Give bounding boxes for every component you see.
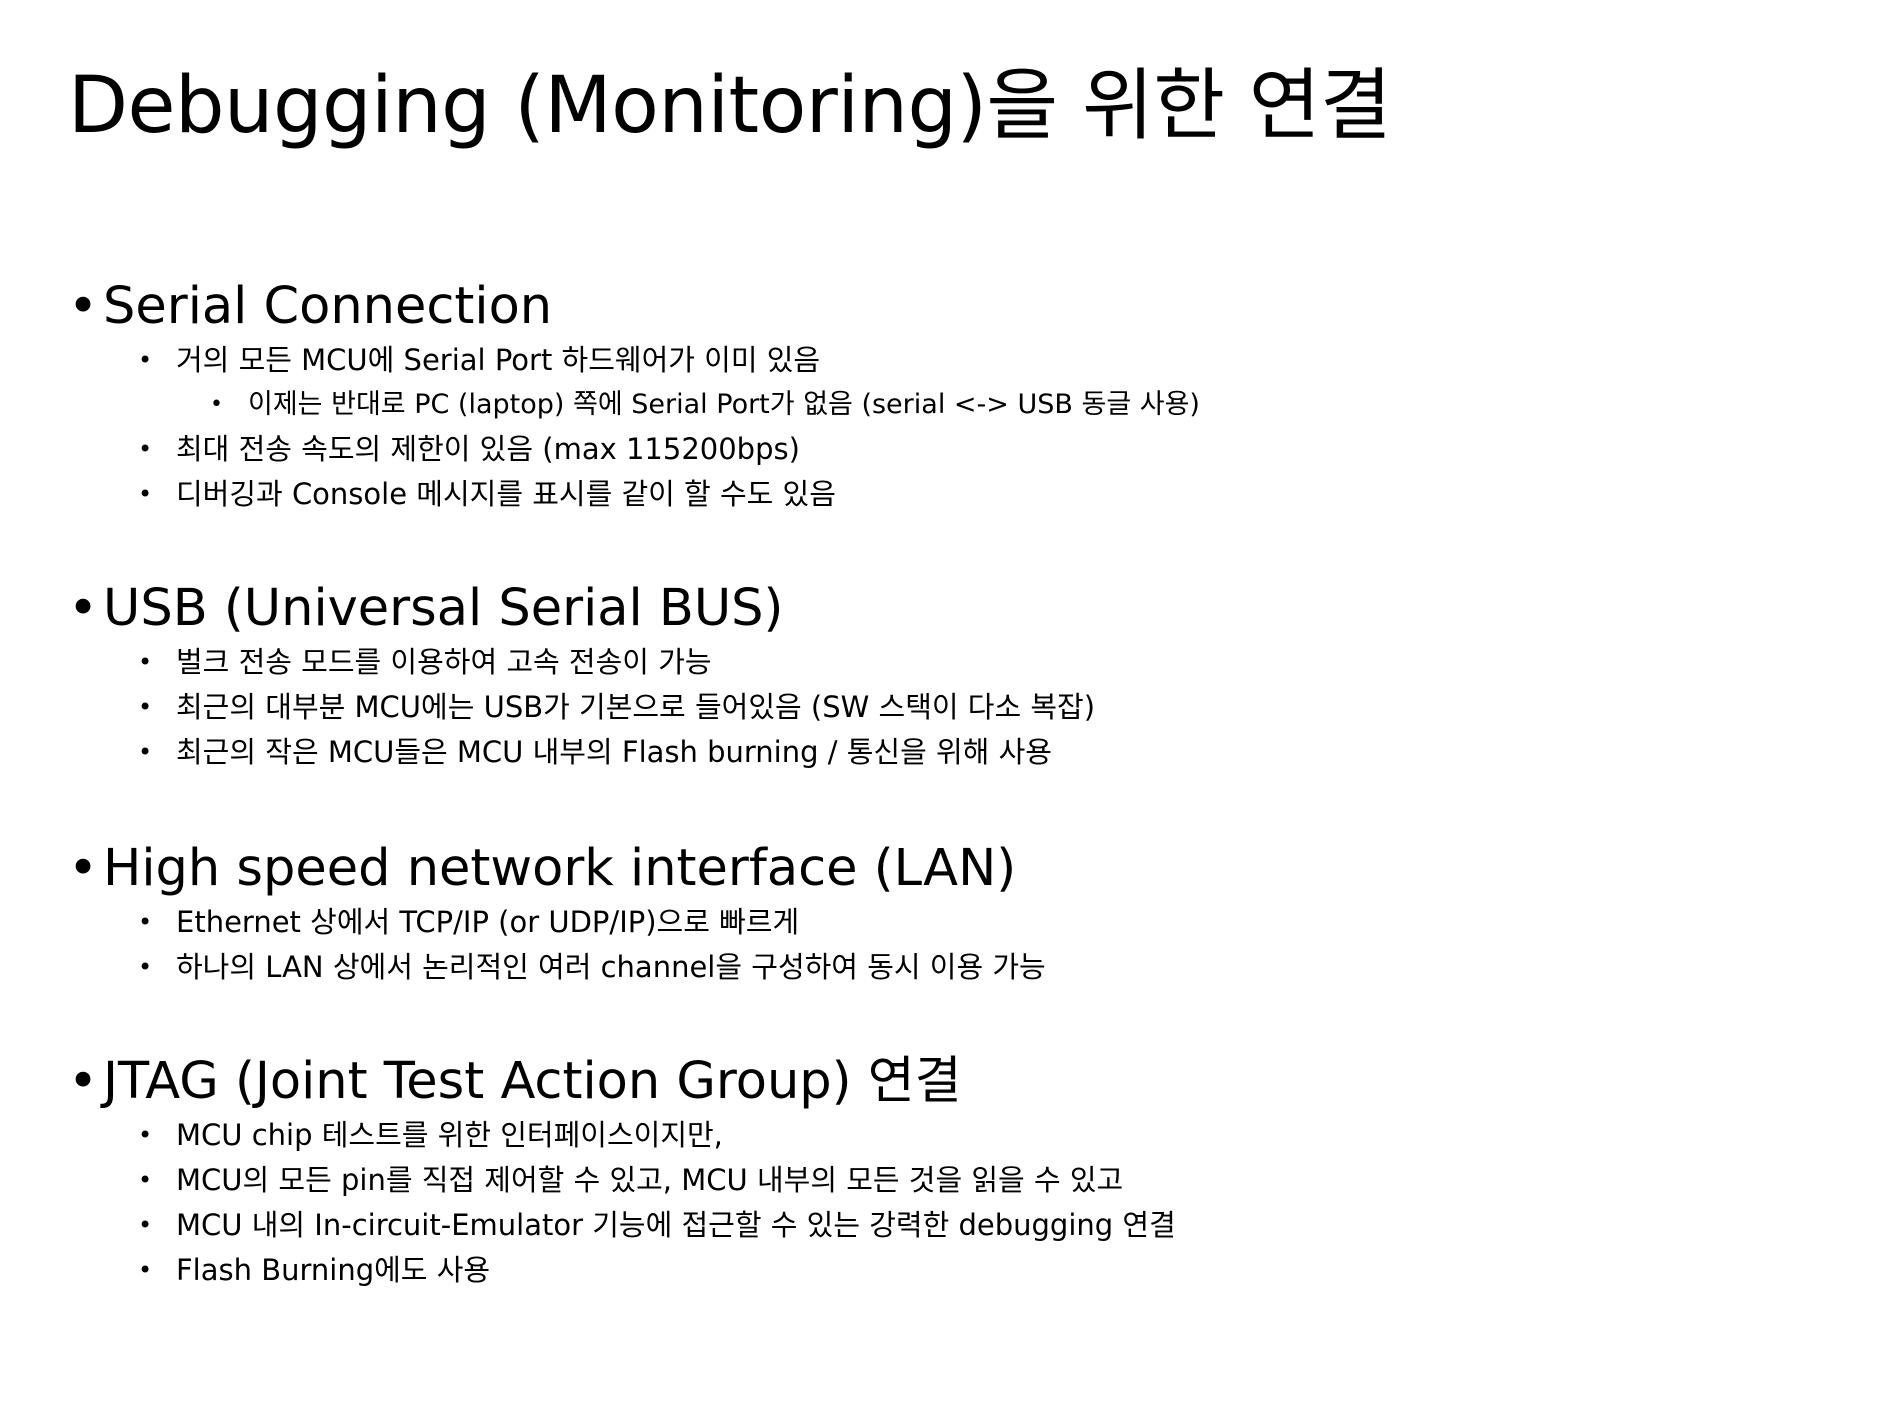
bullet-icon: • <box>68 277 99 336</box>
list-item: • 거의 모든 MCU에 Serial Port 하드웨어가 이미 있음 <box>68 338 1848 383</box>
bullet-icon: • <box>68 839 99 898</box>
heading-text: JTAG (Joint Test Action Group) 연결 <box>103 1052 962 1111</box>
list-item: • 최대 전송 속도의 제한이 있음 (max 115200bps) <box>68 427 1848 472</box>
sub-list-item: • 이제는 반대로 PC (laptop) 쪽에 Serial Port가 없음… <box>68 383 1848 427</box>
section-lan: • High speed network interface (LAN) • E… <box>68 838 1848 990</box>
list-item-text: 최대 전송 속도의 제한이 있음 (max 115200bps) <box>176 432 800 466</box>
bullet-icon: • <box>138 738 153 766</box>
list-item: • 최근의 작은 MCU들은 MCU 내부의 Flash burning / 통… <box>68 730 1848 775</box>
list-item-text: 거의 모든 MCU에 Serial Port 하드웨어가 이미 있음 <box>176 343 821 377</box>
bullet-icon: • <box>138 693 153 721</box>
list-item: • Ethernet 상에서 TCP/IP (or UDP/IP)으로 빠르게 <box>68 900 1848 945</box>
bullet-icon: • <box>138 953 153 981</box>
list-item: • MCU chip 테스트를 위한 인터페이스이지만, <box>68 1113 1848 1158</box>
list-item-text: MCU chip 테스트를 위한 인터페이스이지만, <box>176 1118 723 1152</box>
bullet-icon: • <box>138 435 153 463</box>
heading-text: High speed network interface (LAN) <box>103 839 1017 898</box>
heading-text: USB (Universal Serial BUS) <box>103 579 784 638</box>
slide: Debugging (Monitoring)을 위한 연결 • Serial C… <box>0 0 1900 1425</box>
bullet-icon: • <box>68 1052 99 1111</box>
section-heading: • USB (Universal Serial BUS) <box>68 578 1848 640</box>
list-item-text: MCU 내의 In-circuit-Emulator 기능에 접근할 수 있는 … <box>176 1208 1176 1242</box>
section-usb: • USB (Universal Serial BUS) • 벌크 전송 모드를… <box>68 578 1848 775</box>
section-heading: • High speed network interface (LAN) <box>68 838 1848 900</box>
bullet-icon: • <box>68 579 99 638</box>
bullet-icon: • <box>138 648 153 676</box>
list-item-text: Flash Burning에도 사용 <box>176 1253 491 1287</box>
section-serial-connection: • Serial Connection • 거의 모든 MCU에 Serial … <box>68 276 1848 517</box>
section-jtag: • JTAG (Joint Test Action Group) 연결 • MC… <box>68 1051 1848 1293</box>
bullet-icon: • <box>138 480 153 508</box>
bullet-icon: • <box>138 1166 153 1194</box>
list-item: • MCU 내의 In-circuit-Emulator 기능에 접근할 수 있… <box>68 1203 1848 1248</box>
list-item: • 벌크 전송 모드를 이용하여 고속 전송이 가능 <box>68 640 1848 685</box>
list-item-text: 벌크 전송 모드를 이용하여 고속 전송이 가능 <box>176 645 712 679</box>
list-item-text: 최근의 작은 MCU들은 MCU 내부의 Flash burning / 통신을… <box>176 735 1052 769</box>
list-item-text: 최근의 대부분 MCU에는 USB가 기본으로 들어있음 (SW 스택이 다소 … <box>176 690 1096 724</box>
heading-text: Serial Connection <box>103 277 553 336</box>
list-item: • 디버깅과 Console 메시지를 표시를 같이 할 수도 있음 <box>68 472 1848 517</box>
list-item-text: MCU의 모든 pin를 직접 제어할 수 있고, MCU 내부의 모든 것을 … <box>176 1163 1124 1197</box>
list-item-text: 하나의 LAN 상에서 논리적인 여러 channel을 구성하여 동시 이용 … <box>176 950 1046 984</box>
bullet-icon: • <box>210 392 223 417</box>
bullet-icon: • <box>138 1121 153 1149</box>
section-heading: • Serial Connection <box>68 276 1848 338</box>
list-item: • 하나의 LAN 상에서 논리적인 여러 channel을 구성하여 동시 이… <box>68 945 1848 990</box>
sub-list-item-text: 이제는 반대로 PC (laptop) 쪽에 Serial Port가 없음 (… <box>248 389 1200 420</box>
bullet-icon: • <box>138 346 153 374</box>
bullet-icon: • <box>138 908 153 936</box>
bullet-icon: • <box>138 1211 153 1239</box>
section-heading: • JTAG (Joint Test Action Group) 연결 <box>68 1051 1848 1113</box>
list-item-text: Ethernet 상에서 TCP/IP (or UDP/IP)으로 빠르게 <box>176 905 800 939</box>
bullet-icon: • <box>138 1256 153 1284</box>
list-item: • MCU의 모든 pin를 직접 제어할 수 있고, MCU 내부의 모든 것… <box>68 1158 1848 1203</box>
list-item-text: 디버깅과 Console 메시지를 표시를 같이 할 수도 있음 <box>176 477 836 511</box>
list-item: • 최근의 대부분 MCU에는 USB가 기본으로 들어있음 (SW 스택이 다… <box>68 685 1848 730</box>
slide-title: Debugging (Monitoring)을 위한 연결 <box>68 61 1392 151</box>
list-item: • Flash Burning에도 사용 <box>68 1248 1848 1293</box>
